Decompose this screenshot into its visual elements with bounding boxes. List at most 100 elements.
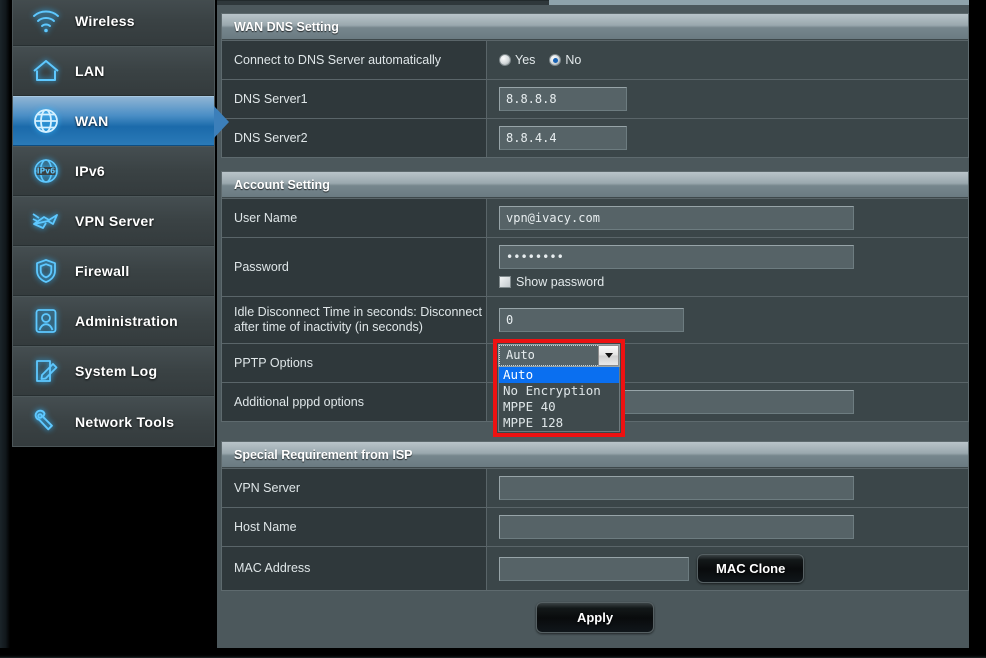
sidebar-item-label: System Log	[75, 363, 158, 379]
vpn-icon	[29, 204, 63, 238]
row-label: Host Name	[222, 508, 487, 546]
row-field	[487, 469, 968, 507]
sidebar-item-label: Firewall	[75, 263, 130, 279]
panel-header: Account Setting	[222, 172, 968, 198]
row-field: Auto Auto No Encryption MPPE 40 MPPE 128	[487, 339, 968, 437]
radio-dot-no[interactable]	[549, 54, 562, 66]
sidebar-nav: Wireless LAN WAN IPv6 IPv6 VPN Server Fi…	[12, 0, 229, 447]
host-name-input[interactable]	[499, 515, 854, 539]
row-field: MAC Clone	[487, 547, 968, 590]
shield-icon	[29, 254, 63, 288]
radio-option-no[interactable]: No	[549, 53, 581, 67]
sidebar-item-label: IPv6	[75, 163, 105, 179]
sidebar-item-wan[interactable]: WAN	[13, 96, 229, 146]
pptp-option-item[interactable]: No Encryption	[499, 383, 619, 399]
radio-dot-yes[interactable]	[499, 54, 511, 66]
pptp-options-select[interactable]: Auto	[498, 344, 620, 367]
row-field: Show password	[487, 238, 968, 296]
svg-text:IPv6: IPv6	[37, 167, 55, 176]
password-input[interactable]	[499, 245, 854, 269]
dns-auto-radio-group: Yes No	[499, 53, 581, 67]
radio-label-no: No	[565, 53, 582, 67]
sidebar-item-label: LAN	[75, 63, 105, 79]
row-label: PPTP Options	[222, 344, 487, 382]
row-label: MAC Address	[222, 547, 487, 590]
row-field: Yes No	[487, 41, 968, 79]
router-admin-window: Wireless LAN WAN IPv6 IPv6 VPN Server Fi…	[0, 0, 986, 658]
sidebar-item-firewall[interactable]: Firewall	[13, 246, 214, 296]
row-connect-dns-auto: Connect to DNS Server automatically Yes …	[222, 40, 968, 79]
panel-header: WAN DNS Setting	[222, 14, 968, 40]
row-field	[487, 119, 968, 157]
pptp-options-annotation-box: Auto Auto No Encryption MPPE 40 MPPE 128	[493, 339, 625, 437]
row-idle-disconnect: Idle Disconnect Time in seconds: Disconn…	[222, 296, 968, 343]
row-label: Additional pppd options	[222, 383, 487, 421]
row-password: Password Show password	[222, 237, 968, 296]
vpn-server-input[interactable]	[499, 476, 854, 500]
panel-title: Account Setting	[234, 177, 330, 192]
row-mac-address: MAC Address MAC Clone	[222, 546, 968, 590]
sidebar-item-vpn-server[interactable]: VPN Server	[13, 196, 214, 246]
sidebar-item-system-log[interactable]: System Log	[13, 346, 214, 396]
row-dns-server2: DNS Server2	[222, 118, 968, 157]
row-label: Connect to DNS Server automatically	[222, 41, 487, 79]
wifi-icon	[29, 4, 63, 38]
ipv6-icon: IPv6	[29, 154, 63, 188]
mac-address-input[interactable]	[499, 556, 689, 581]
idle-disconnect-input[interactable]	[499, 308, 684, 332]
sidebar-item-lan[interactable]: LAN	[13, 46, 214, 96]
sidebar-item-label: Network Tools	[75, 413, 175, 430]
row-pptp-options: PPTP Options Auto Auto No Encryption MPP…	[222, 339, 968, 437]
pptp-option-item[interactable]: MPPE 40	[499, 399, 619, 415]
row-user-name: User Name	[222, 198, 968, 237]
apply-button[interactable]: Apply	[536, 601, 654, 633]
radio-option-yes[interactable]: Yes	[499, 53, 535, 67]
sidebar-item-label: Wireless	[75, 12, 135, 29]
row-label: Password	[222, 238, 487, 296]
chevron-down-icon[interactable]	[598, 345, 619, 366]
sidebar-item-wireless[interactable]: Wireless	[13, 0, 214, 46]
apply-bar: Apply	[221, 594, 969, 640]
window-left-edge	[0, 0, 10, 658]
home-icon	[29, 54, 63, 88]
panel-wan-dns-setting: WAN DNS Setting Connect to DNS Server au…	[221, 13, 969, 158]
panel-title: WAN DNS Setting	[234, 19, 339, 34]
pptp-selected-value: Auto	[499, 345, 598, 366]
sidebar-item-label: Administration	[75, 313, 178, 329]
row-field	[487, 508, 968, 546]
dns-server1-input[interactable]	[499, 87, 627, 111]
panel-header: Special Requirement from ISP	[222, 442, 968, 468]
row-dns-server1: DNS Server1	[222, 79, 968, 118]
row-vpn-server: VPN Server	[222, 468, 968, 507]
row-label: User Name	[222, 199, 487, 237]
sidebar-item-administration[interactable]: Administration	[13, 296, 214, 346]
dns-server2-input[interactable]	[499, 126, 627, 150]
sidebar-item-label: WAN	[75, 113, 109, 129]
pptp-option-item[interactable]: Auto	[499, 367, 619, 383]
panel-special-requirement-isp: Special Requirement from ISP VPN Server …	[221, 441, 969, 591]
sidebar-item-label: VPN Server	[75, 213, 155, 229]
top-strip-dark-segment	[217, 0, 549, 5]
pptp-option-item[interactable]: MPPE 128	[499, 415, 619, 431]
row-host-name: Host Name	[222, 507, 968, 546]
sidebar-item-ipv6[interactable]: IPv6 IPv6	[13, 146, 214, 196]
user-name-input[interactable]	[499, 206, 854, 230]
row-label: Idle Disconnect Time in seconds: Disconn…	[222, 297, 487, 343]
show-password-checkbox[interactable]	[499, 276, 511, 288]
row-field	[487, 297, 968, 343]
wrench-icon	[29, 405, 63, 439]
user-icon	[29, 304, 63, 338]
panel-title: Special Requirement from ISP	[234, 447, 413, 462]
row-field	[487, 80, 968, 118]
show-password-toggle[interactable]: Show password	[499, 275, 604, 289]
log-edit-icon	[29, 354, 63, 388]
sidebar-item-network-tools[interactable]: Network Tools	[13, 396, 214, 446]
row-label: VPN Server	[222, 469, 487, 507]
show-password-label: Show password	[516, 275, 605, 289]
row-field	[487, 199, 968, 237]
settings-content: WAN DNS Setting Connect to DNS Server au…	[217, 0, 969, 648]
content-top-strip	[217, 0, 969, 8]
mac-clone-button[interactable]: MAC Clone	[697, 554, 805, 583]
radio-label-yes: Yes	[515, 53, 536, 67]
row-label: DNS Server1	[222, 80, 487, 118]
